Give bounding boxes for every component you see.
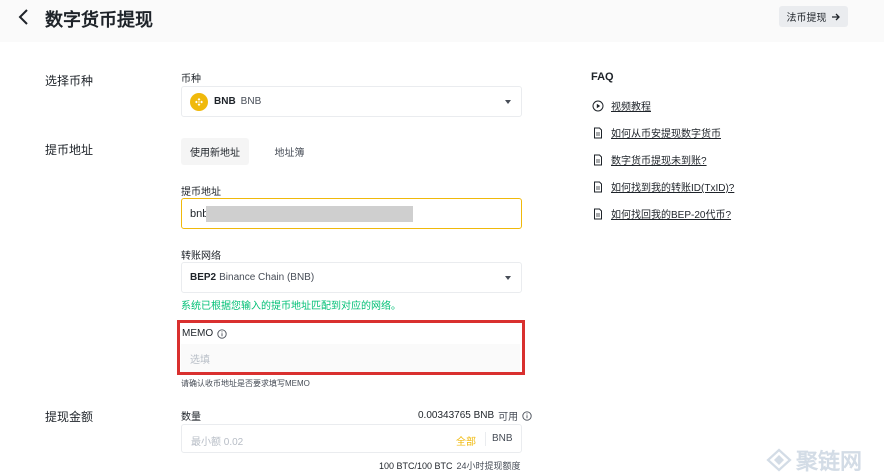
- network-name: BEP2: [190, 272, 217, 283]
- fiat-withdraw-button[interactable]: 法币提现: [779, 6, 848, 27]
- amount-placeholder: 最小额 0.02: [191, 437, 244, 448]
- section-label-address: 提币地址: [45, 143, 94, 157]
- document-icon: [594, 208, 602, 219]
- faq-title: FAQ: [591, 71, 614, 83]
- amount-input[interactable]: 最小额 0.02 全部 BNB: [181, 424, 522, 453]
- chevron-left-icon: [18, 9, 28, 25]
- faq-item-recover-bep20[interactable]: 如何找回我的BEP-20代币?: [592, 206, 731, 221]
- memo-input[interactable]: 选填: [181, 344, 520, 372]
- faq-item-label: 如何找到我的转账ID(TxID)?: [611, 183, 735, 194]
- fiat-withdraw-label: 法币提现: [786, 13, 827, 24]
- limit-label: 24小时提现额度: [456, 461, 521, 471]
- faq-item-find-txid[interactable]: 如何找到我的转账ID(TxID)?: [592, 179, 734, 194]
- watermark-text: 聚链网: [796, 449, 863, 474]
- tab-address-book[interactable]: 地址簿: [262, 138, 317, 165]
- withdraw-limit: 100 BTC/100 BTC 24小时提现额度: [379, 459, 521, 472]
- available-label: 可用: [498, 412, 519, 423]
- faq-item-label: 如何找回我的BEP-20代币?: [611, 210, 732, 221]
- faq-item-how-withdraw[interactable]: 如何从币安提现数字货币: [592, 125, 721, 140]
- available-balance: 0.00343765 BNB 可用: [418, 408, 532, 423]
- bnb-coin-icon: [190, 92, 208, 111]
- page-header: 数字货币提现 法币提现: [0, 0, 884, 42]
- watermark: 聚链网: [766, 444, 862, 474]
- limit-value: 100 BTC/100 BTC: [379, 461, 453, 471]
- back-button[interactable]: [14, 6, 36, 28]
- play-circle-icon: [592, 100, 604, 111]
- address-input[interactable]: bnb: [181, 198, 522, 229]
- faq-item-video[interactable]: 视频教程: [592, 98, 651, 113]
- network-select[interactable]: BEP2 Binance Chain (BNB): [181, 262, 522, 293]
- coin-name: BNB: [240, 96, 262, 107]
- coin-field-label: 币种: [181, 74, 201, 85]
- amount-divider: [485, 432, 486, 446]
- address-field-label: 提币地址: [181, 187, 221, 198]
- memo-label: MEMO: [182, 328, 227, 339]
- faq-item-label: 视频教程: [611, 102, 651, 113]
- coin-select[interactable]: BNB BNB: [181, 86, 522, 117]
- caret-down-icon: [505, 276, 511, 280]
- network-field-label: 转账网络: [181, 251, 221, 262]
- tab-new-address[interactable]: 使用新地址: [181, 138, 249, 165]
- document-icon: [594, 127, 602, 138]
- section-label-amount: 提现金额: [45, 410, 94, 424]
- caret-down-icon: [505, 100, 511, 104]
- section-label-select-coin: 选择币种: [45, 74, 94, 88]
- faq-item-not-arrived[interactable]: 数字货币提现未到账?: [592, 152, 707, 167]
- coin-symbol: BNB: [214, 96, 236, 107]
- chain-logo-icon: [766, 448, 792, 472]
- arrow-right-icon: [831, 13, 840, 20]
- faq-item-label: 数字货币提现未到账?: [611, 156, 707, 167]
- network-match-hint: 系统已根据您输入的提币地址匹配到对应的网络。: [181, 301, 401, 312]
- network-desc: Binance Chain (BNB): [219, 272, 315, 283]
- memo-label-text: MEMO: [182, 328, 214, 339]
- faq-item-label: 如何从币安提现数字货币: [611, 129, 721, 140]
- document-icon: [594, 181, 602, 192]
- balance-value: 0.00343765 BNB: [418, 410, 495, 421]
- max-amount-button[interactable]: 全部: [456, 433, 476, 448]
- memo-hint: 请确认收币地址是否要求填写MEMO: [181, 379, 310, 388]
- info-icon[interactable]: [217, 328, 227, 339]
- address-redaction: [206, 206, 413, 222]
- amount-field-label: 数量: [181, 412, 201, 423]
- info-icon[interactable]: [522, 410, 532, 421]
- amount-unit: BNB: [492, 433, 513, 444]
- page-title: 数字货币提现: [45, 10, 153, 30]
- document-icon: [594, 154, 602, 165]
